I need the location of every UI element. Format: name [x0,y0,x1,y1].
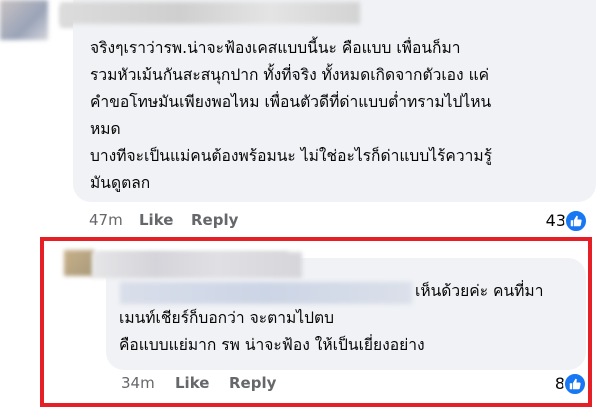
commenter-name-redacted [60,2,360,24]
commenter-name-redacted [92,252,302,278]
like-button[interactable]: Like [175,374,209,392]
reaction-count: 43 [545,211,566,230]
comment-line: เห็นด้วยค่ะ คนที่มา [415,282,544,300]
thumbs-up-icon [563,372,587,396]
timestamp[interactable]: 47m [89,211,123,229]
commenter-name-redacted [120,282,412,304]
avatar[interactable] [64,250,94,276]
reply-button[interactable]: Reply [229,374,276,392]
comment-line: รวมหัวเม้นกันสะสนุกปาก ทั้งที่จริง ทั้งห… [90,66,490,84]
timestamp[interactable]: 34m [121,374,155,392]
like-button[interactable]: Like [139,211,173,229]
thumbs-up-icon [564,209,588,233]
comment-actions: 47m Like Reply [0,211,600,231]
comment-line: จริงๆเราว่ารพ.น่าจะฟ้องเคสแบบนี้นะ คือแบ… [90,39,461,57]
comment-line: หมด [90,120,121,138]
avatar[interactable] [0,0,48,40]
comment-line: คือแบบแย่มาก รพ น่าจะฟ้อง ให้เป็นเยี่ยงอ… [119,336,425,354]
reply-button[interactable]: Reply [191,211,238,229]
comment-line: คำขอโทษมันเพียงพอไหม เพื่อนตัวดีที่ด่าแบ… [90,93,492,111]
comment-line: บางทีจะเป็นแม่คนต้องพร้อมนะ ไม่ใช่อะไรก็… [90,147,493,165]
comment-line: เมนท์เชียร์ก็บอกว่า จะตามไปตบ [119,309,335,327]
reaction-summary[interactable]: 43 [520,209,588,233]
comment-actions: 34m Like Reply [0,374,600,394]
reaction-summary[interactable]: 8 [535,372,587,396]
comment-line: มันดูตลก [90,174,151,192]
